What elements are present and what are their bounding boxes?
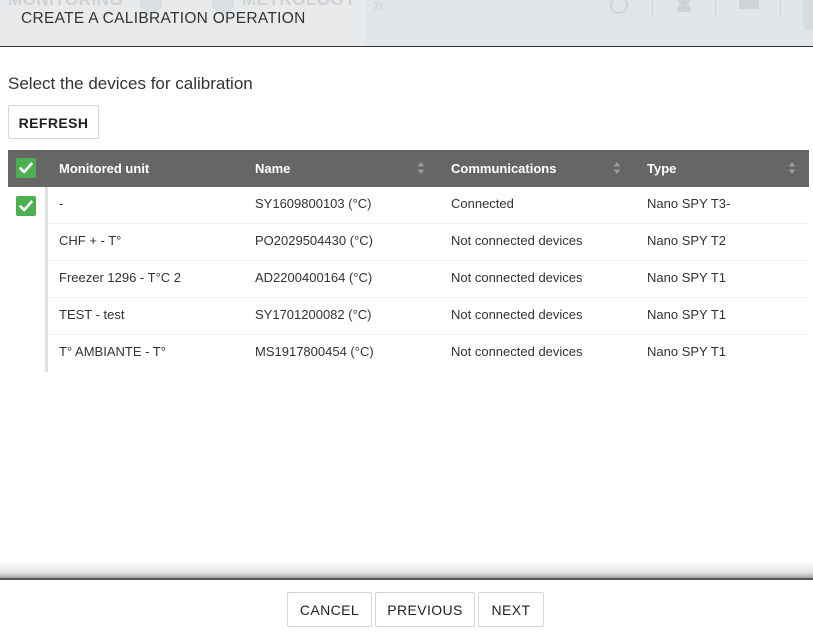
table-row[interactable]: T° AMBIANTE - T° MS1917800454 (°C) Not c… — [45, 335, 809, 372]
column-header-monitored-unit[interactable]: Monitored unit — [59, 150, 149, 187]
bg-divider — [715, 0, 716, 16]
cell-communications: Not connected devices — [451, 233, 583, 248]
cell-monitored-unit: Freezer 1296 - T°C 2 — [59, 270, 182, 285]
double-chevron-right-icon: » — [373, 0, 385, 16]
refresh-button[interactable]: REFRESH — [8, 105, 99, 139]
next-button[interactable]: NEXT — [478, 592, 544, 627]
cell-type: Nano SPY T3- — [647, 196, 731, 211]
select-all-checkbox[interactable] — [16, 158, 36, 178]
column-header-communications[interactable]: Communications — [451, 150, 556, 187]
user-icon — [677, 0, 691, 12]
previous-button[interactable]: PREVIOUS — [375, 592, 475, 627]
modal-title: CREATE A CALIBRATION OPERATION — [21, 10, 306, 27]
bg-nav-monitoring: MONITORING — [8, 0, 123, 10]
title-divider — [0, 46, 813, 47]
cell-communications: Not connected devices — [451, 270, 583, 285]
cell-type: Nano SPY T1 — [647, 344, 727, 359]
cell-monitored-unit: T° AMBIANTE - T° — [59, 344, 166, 359]
bg-divider — [780, 0, 781, 16]
sort-arrows-icon[interactable] — [613, 160, 621, 176]
cell-name: PO2029504430 (°C) — [255, 233, 373, 248]
table-row[interactable]: Freezer 1296 - T°C 2 AD2200400164 (°C) N… — [45, 261, 809, 298]
cell-communications: Not connected devices — [451, 344, 583, 359]
cell-monitored-unit: CHF + - T° — [59, 233, 122, 248]
row-select-column — [8, 187, 45, 373]
row-checkbox[interactable] — [16, 196, 36, 216]
cell-name: SY1701200082 (°C) — [255, 307, 372, 322]
cell-name: AD2200400164 (°C) — [255, 270, 373, 285]
table-row[interactable]: TEST - test SY1701200082 (°C) Not connec… — [45, 298, 809, 335]
cell-type: Nano SPY T2 — [647, 233, 727, 248]
column-header-type[interactable]: Type — [647, 150, 676, 187]
cancel-button[interactable]: CANCEL — [287, 592, 372, 627]
clock-icon — [610, 0, 628, 14]
mail-icon — [739, 0, 759, 9]
bg-divider — [652, 0, 653, 16]
bg-nav-metrology: METROLOGY — [242, 0, 356, 10]
cell-name: MS1917800454 (°C) — [255, 344, 374, 359]
devices-table-header: Monitored unit Name Communications Type — [8, 150, 809, 187]
cell-type: Nano SPY T1 — [647, 270, 727, 285]
cell-name: SY1609800103 (°C) — [255, 196, 372, 211]
cell-monitored-unit: - — [59, 196, 64, 211]
cell-type: Nano SPY T1 — [647, 307, 727, 322]
step-subtitle: Select the devices for calibration — [8, 74, 253, 93]
bg-toolbar-area: » — [365, 0, 813, 46]
sort-arrows-icon[interactable] — [788, 160, 796, 176]
cell-communications: Not connected devices — [451, 307, 583, 322]
table-row[interactable]: - SY1609800103 (°C) Connected Nano SPY T… — [45, 187, 809, 224]
bg-menu-button — [803, 0, 813, 30]
cell-monitored-unit: TEST - test — [59, 307, 125, 322]
check-icon — [19, 200, 33, 212]
column-header-name[interactable]: Name — [255, 150, 290, 187]
footer-divider — [0, 578, 813, 580]
table-row[interactable]: CHF + - T° PO2029504430 (°C) Not connect… — [45, 224, 809, 261]
cell-communications: Connected — [451, 196, 514, 211]
sort-arrows-icon[interactable] — [417, 160, 425, 176]
check-icon — [19, 162, 33, 174]
